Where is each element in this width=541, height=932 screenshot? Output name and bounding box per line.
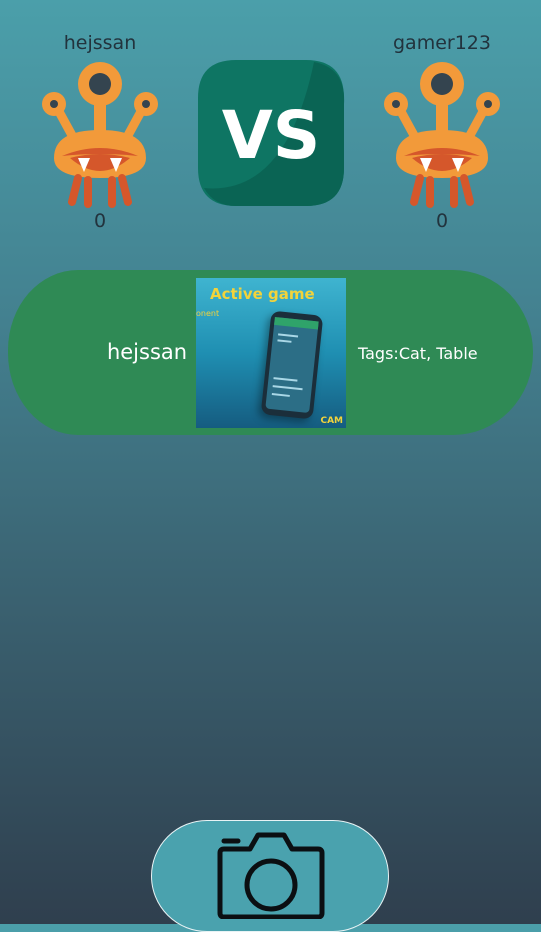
camera-icon (217, 832, 325, 919)
phone-illustration (260, 310, 324, 420)
camera-button[interactable] (151, 820, 389, 932)
orange-monster-icon (384, 62, 500, 208)
game-card-image-title: Active game (210, 285, 315, 303)
versus-badge: VS (198, 60, 345, 206)
game-card-image-logo: CAM (320, 416, 343, 426)
orange-monster-icon (42, 62, 158, 208)
game-card-user: hejssan (106, 340, 188, 364)
left-player-name: hejssan (63, 32, 137, 54)
game-card-image-subtitle: onent (196, 309, 220, 318)
game-card-tags: Tags:Cat, Table (358, 344, 478, 363)
game-card-image: Active game onent CAM (196, 278, 346, 428)
right-player-score: 0 (435, 210, 449, 232)
left-player-score: 0 (93, 210, 107, 232)
game-card[interactable]: hejssan Active game onent CAM Tags:Cat, … (8, 270, 533, 435)
versus-label: VS (222, 97, 321, 174)
right-player-name: gamer123 (393, 32, 491, 54)
